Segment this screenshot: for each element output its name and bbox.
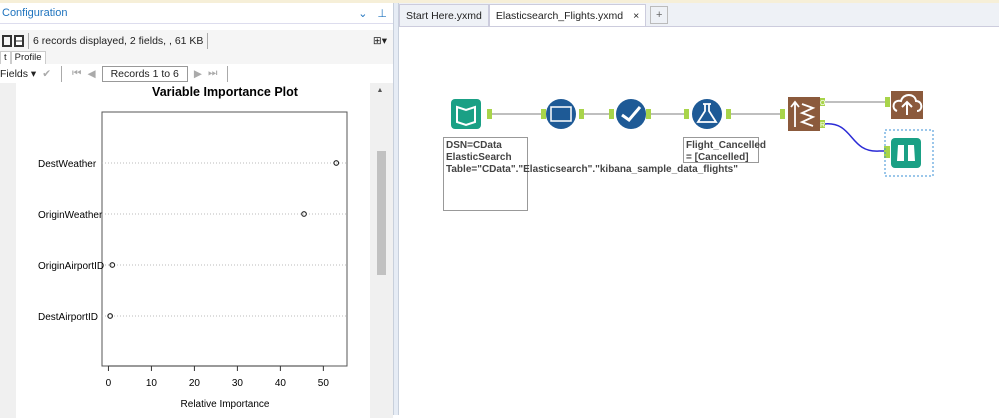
pin-icon[interactable]: ⊥: [377, 7, 387, 20]
input-annotation: DSN=CData ElasticSearch Table="CData"."E…: [443, 137, 738, 211]
chart-title: Variable Importance Plot: [152, 85, 299, 99]
tab-profile[interactable]: Profile: [10, 51, 46, 64]
variable-importance-chart: Variable Importance Plot DestWeather Orig…: [38, 85, 348, 410]
x-tick-label: 30: [232, 378, 244, 389]
input-data-tool[interactable]: [451, 99, 481, 129]
category-label: OriginWeather: [38, 210, 103, 221]
output-model-tool[interactable]: [891, 91, 923, 119]
workflow-canvas: Start Here.yxmd Elasticsearch_Flights.yx…: [399, 3, 999, 415]
options-icon[interactable]: ⊞▾: [373, 35, 387, 47]
data-point: [301, 211, 307, 217]
output-anchor-o: O: [820, 100, 826, 107]
x-tick-label: 20: [189, 378, 201, 389]
x-tick-label: 0: [106, 378, 112, 389]
x-axis-label: Relative Importance: [181, 399, 270, 410]
auto-field-tool[interactable]: [616, 99, 646, 129]
browse-tool[interactable]: [891, 138, 921, 168]
results-tabs: t Profile: [0, 51, 393, 64]
formula-annotation: Flight_Cancelled = [Cancelled]: [683, 137, 766, 163]
check-icon[interactable]: ✔: [42, 68, 51, 80]
prev-record-icon[interactable]: ◀: [87, 68, 95, 80]
category-label: OriginAirportID: [38, 261, 104, 272]
first-record-icon[interactable]: ⏮: [72, 67, 81, 80]
configuration-header: Configuration ⌄ ⊥: [0, 3, 393, 24]
panel-title: Configuration: [2, 7, 68, 19]
next-record-icon[interactable]: ▶: [194, 68, 202, 80]
split-layout-icon[interactable]: [14, 34, 24, 47]
category-label: DestWeather: [38, 159, 97, 170]
results-toolbar: 6 records displayed, 2 fields, , 61 KB ⊞…: [0, 30, 393, 51]
x-tick-label: 10: [146, 378, 158, 389]
x-tick-label: 40: [275, 378, 287, 389]
tab-table[interactable]: t: [0, 51, 11, 64]
boosted-model-tool[interactable]: [788, 97, 820, 131]
selected-wire[interactable]: [823, 123, 886, 152]
chevron-down-icon[interactable]: ⌄: [358, 7, 367, 20]
select-tool[interactable]: [546, 99, 576, 129]
scrollbar-thumb[interactable]: [377, 151, 386, 275]
output-anchor-r: R: [820, 122, 825, 129]
last-record-icon[interactable]: ⏭: [208, 67, 217, 80]
plot-frame: [101, 111, 348, 367]
layout-icon[interactable]: [2, 34, 12, 47]
category-label: DestAirportID: [38, 312, 98, 323]
records-status: 6 records displayed, 2 fields, , 61 KB: [33, 34, 204, 47]
fields-dropdown[interactable]: Fields ▾: [0, 68, 36, 80]
formula-tool[interactable]: [692, 99, 722, 129]
x-tick-label: 50: [318, 378, 330, 389]
data-point: [109, 262, 116, 268]
